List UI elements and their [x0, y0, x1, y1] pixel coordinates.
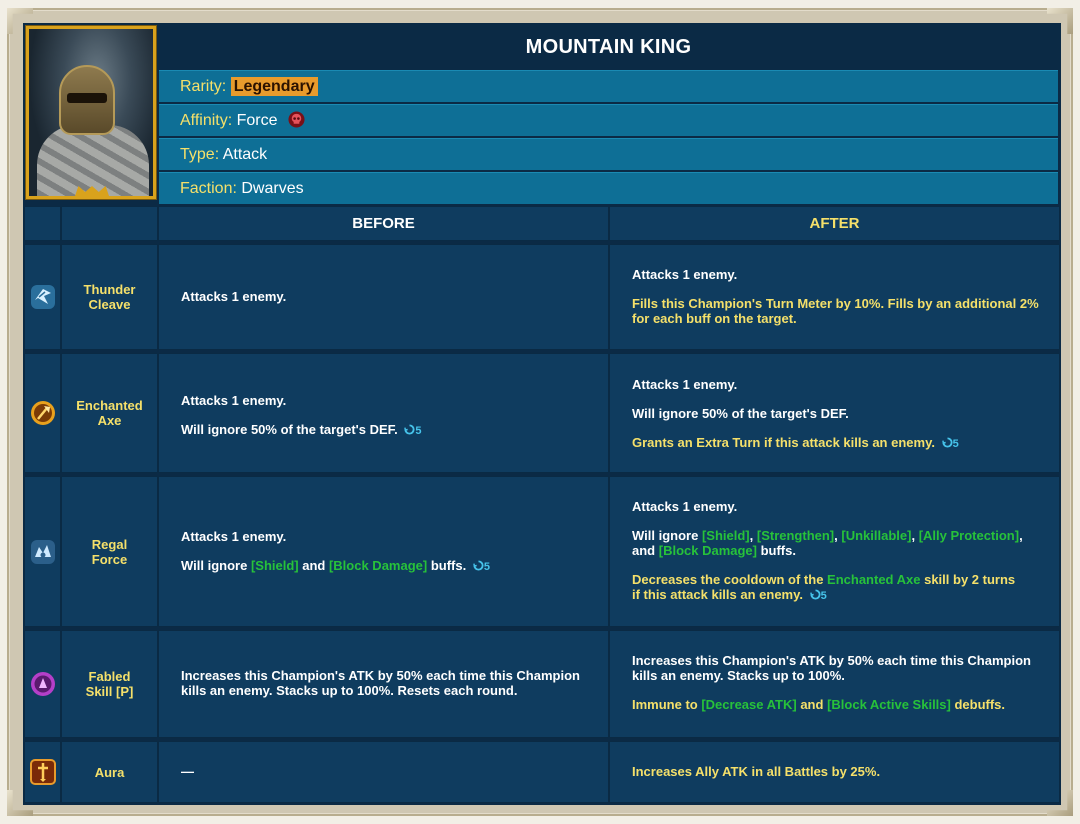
- skill-name-aura: Aura: [61, 741, 158, 803]
- rarity-row: Rarity: Legendary: [159, 70, 1058, 102]
- cooldown-value: 5: [820, 589, 827, 602]
- type-row: Type: Attack: [159, 138, 1058, 170]
- skill-icon-cell: [24, 244, 61, 350]
- after-description: Attacks 1 enemy. Will ignore 50% of the …: [609, 353, 1060, 473]
- skill-icon-cell: [24, 630, 61, 738]
- skill-icon-cell: [24, 476, 61, 627]
- buff-tag: [Ally Protection]: [918, 528, 1020, 543]
- skill-name-fabled-skill: Fabled Skill [P]: [61, 630, 158, 738]
- thunder-cleave-icon: [30, 285, 55, 309]
- affinity-row: Affinity: Force: [159, 104, 1058, 136]
- affinity-label: Affinity:: [180, 112, 233, 129]
- affinity-value: Force: [236, 112, 278, 129]
- legendary-crown-icon: [75, 186, 109, 196]
- rarity-label: Rarity:: [180, 78, 227, 95]
- buff-tag: [Shield]: [250, 558, 299, 573]
- after-description: Increases Ally ATK in all Battles by 25%…: [609, 741, 1060, 803]
- buff-tag: [Unkillable]: [841, 528, 912, 543]
- before-description: Attacks 1 enemy. Will ignore 50% of the …: [158, 353, 609, 473]
- faction-row: Faction: Dwarves: [159, 172, 1058, 204]
- cooldown-icon: [942, 437, 953, 448]
- type-label: Type:: [180, 146, 220, 163]
- after-description: Increases this Champion's ATK by 50% eac…: [609, 630, 1060, 738]
- aura-icon: [29, 759, 56, 785]
- champion-card: MOUNTAIN KING Rarity: Legendary Affinity…: [23, 23, 1061, 805]
- after-description: Attacks 1 enemy. Fills this Champion's T…: [609, 244, 1060, 350]
- after-column-header: AFTER: [609, 206, 1060, 241]
- faction-label: Faction:: [180, 180, 237, 197]
- champion-portrait: [26, 26, 156, 199]
- skill-icon-cell: [24, 741, 61, 803]
- after-description: Attacks 1 enemy. Will ignore [Shield], […: [609, 476, 1060, 627]
- cooldown-icon: [473, 560, 484, 571]
- before-description: Attacks 1 enemy.: [158, 244, 609, 350]
- skill-icon-cell: [24, 353, 61, 473]
- champion-name: MOUNTAIN KING: [159, 26, 1058, 69]
- before-column-header: BEFORE: [158, 206, 609, 241]
- cooldown-icon: [404, 424, 415, 435]
- buff-tag: [Strengthen]: [756, 528, 835, 543]
- cooldown-value: 5: [952, 438, 959, 450]
- buff-tag: [Block Damage]: [658, 542, 757, 558]
- buff-tag: [Block Damage]: [328, 558, 428, 573]
- skill-name-regal-force: Regal Force: [61, 476, 158, 627]
- faction-value: Dwarves: [241, 180, 304, 197]
- page-frame: MOUNTAIN KING Rarity: Legendary Affinity…: [7, 8, 1073, 816]
- before-description: —: [158, 741, 609, 803]
- fabled-skill-icon: [30, 672, 55, 696]
- cooldown-icon: [810, 589, 821, 600]
- skill-name-thunder-cleave: Thunder Cleave: [61, 244, 158, 350]
- before-description: Attacks 1 enemy. Will ignore [Shield] an…: [158, 476, 609, 627]
- before-description: Increases this Champion's ATK by 50% eac…: [158, 630, 609, 738]
- debuff-tag: [Block Active Skills]: [827, 697, 951, 712]
- buff-tag: [Shield]: [701, 528, 750, 543]
- debuff-tag: [Decrease ATK]: [701, 697, 797, 712]
- regal-force-icon: [30, 539, 55, 564]
- type-value: Attack: [222, 146, 268, 163]
- force-affinity-icon: [288, 111, 305, 128]
- cooldown-value: 5: [415, 425, 422, 437]
- skill-reference: Enchanted Axe: [827, 572, 921, 587]
- skill-name-enchanted-axe: Enchanted Axe: [61, 353, 158, 473]
- rarity-value: Legendary: [230, 77, 318, 96]
- enchanted-axe-icon: [30, 401, 55, 425]
- cooldown-value: 5: [483, 561, 490, 573]
